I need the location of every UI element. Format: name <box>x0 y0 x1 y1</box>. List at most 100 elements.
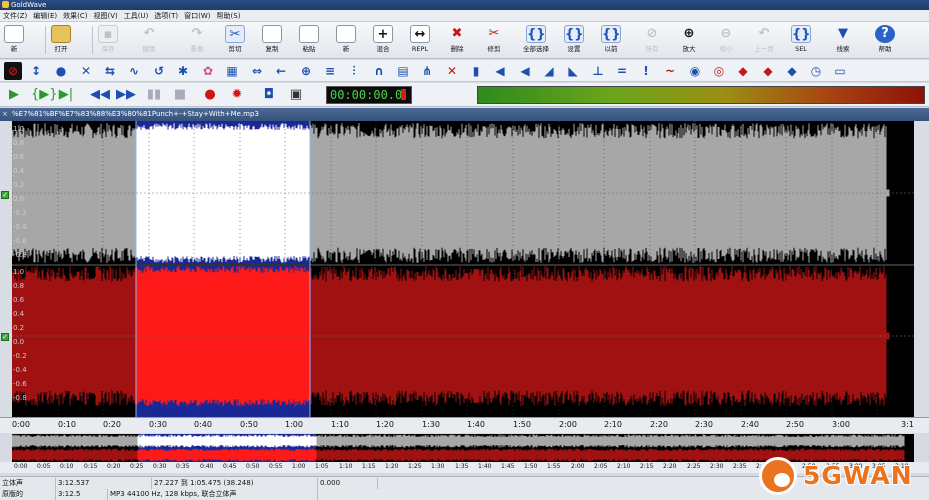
fade-out-icon[interactable]: ◣ <box>564 62 582 80</box>
previous-page-icon: ↶ <box>758 26 770 41</box>
menu-tools[interactable]: 工具(U) <box>121 10 152 21</box>
save-button[interactable]: ▪ 保存 <box>96 23 120 57</box>
gear-icon[interactable]: ✱ <box>174 62 192 80</box>
split-icon[interactable]: ⋔ <box>418 62 436 80</box>
exclaim-icon[interactable]: ! <box>637 62 655 80</box>
pause-button[interactable]: ▮▮ <box>145 86 163 104</box>
undo-button[interactable]: ↶ 撤销 <box>137 23 161 57</box>
fade-in-icon[interactable]: ◢ <box>540 62 558 80</box>
time-tick-label: 2:10 <box>604 420 622 429</box>
menu-options[interactable]: 选项(T) <box>151 10 181 21</box>
record-icon[interactable]: ◉ <box>686 62 704 80</box>
sliders-icon[interactable]: ⫶ <box>345 62 363 80</box>
diamond-icon[interactable]: ◆ <box>734 62 752 80</box>
delete-icon: ✖ <box>451 26 463 41</box>
paste-button[interactable]: 粘贴 <box>297 23 321 57</box>
expand-icon[interactable]: ⇔ <box>248 62 266 80</box>
volume-icon[interactable]: ◀ <box>491 62 509 80</box>
time-ruler[interactable]: 0:00 0:10 0:20 0:30 0:40 0:50 1:00 1:10 1:20 1:30… <box>0 417 929 433</box>
record-selection-button[interactable]: ✹ <box>228 86 246 104</box>
replace-button[interactable]: ↔ REPL <box>408 23 432 57</box>
fast-forward-button[interactable]: ▶▶ <box>116 86 136 104</box>
clock-icon[interactable]: ◷ <box>807 62 825 80</box>
control-properties-button[interactable]: ◘ <box>260 86 278 104</box>
close-icon[interactable]: × <box>2 108 8 121</box>
time-tick-label: 3:1 <box>901 420 914 429</box>
arrows-icon[interactable]: ⇆ <box>101 62 119 80</box>
paste-icon <box>299 25 319 43</box>
menu-view[interactable]: 视图(V) <box>91 10 121 21</box>
wave-icon[interactable]: ∿ <box>125 62 143 80</box>
status-selection: 27.227 到 1:05.475 (38.248) <box>152 478 318 489</box>
menu-effect[interactable]: 效果(C) <box>60 10 90 21</box>
zoom-all-button[interactable]: ⊘ 所有 <box>640 23 664 57</box>
previous-button[interactable]: {} 以前 <box>599 23 623 57</box>
trim-button[interactable]: ✂ 修剪 <box>482 23 506 57</box>
overview-tick-label: 2:10 <box>617 463 631 470</box>
left-channel-checkbox[interactable]: ✓ <box>1 191 9 199</box>
left-amplitude-label: 0.4 <box>13 167 25 175</box>
menu-file[interactable]: 文件(Z) <box>0 10 30 21</box>
right-channel-selected-waveform <box>135 266 311 406</box>
status-mode: 原版的 <box>0 489 56 500</box>
menu-help[interactable]: 帮助(S) <box>214 10 244 21</box>
color-wheel-icon[interactable]: ✿ <box>199 62 217 80</box>
watermark-text: 5GWAN <box>803 461 913 490</box>
level-icon[interactable]: ▮ <box>467 62 485 80</box>
help-button[interactable]: ? 帮助 <box>873 23 897 57</box>
spectrum-icon[interactable]: ▤ <box>394 62 412 80</box>
new-button[interactable]: 新 <box>2 23 26 57</box>
paste-new-button[interactable]: 新 <box>334 23 358 57</box>
speaker-icon[interactable]: ◀ <box>516 62 534 80</box>
set-button[interactable]: {} 设置 <box>562 23 586 57</box>
resize-icon[interactable]: ↕ <box>27 62 45 80</box>
cue-button[interactable]: ▼ 线索 <box>831 23 855 57</box>
transform-icon[interactable]: ◆ <box>783 62 801 80</box>
arrow-left-icon[interactable]: ← <box>272 62 290 80</box>
record-button[interactable]: ● <box>201 86 219 104</box>
grid-icon[interactable]: ▦ <box>223 62 241 80</box>
mix-icon: + <box>373 25 393 43</box>
stop-effect-icon[interactable]: ⊘ <box>4 62 22 80</box>
previous-page-button[interactable]: ↶ 上一页 <box>751 23 777 57</box>
mute-icon[interactable]: = <box>613 62 631 80</box>
save-icon: ▪ <box>98 25 118 43</box>
globe-icon[interactable]: ● <box>52 62 70 80</box>
loop-icon[interactable]: ↺ <box>150 62 168 80</box>
waveform-canvas[interactable] <box>12 121 914 417</box>
filter-icon[interactable]: ∩ <box>370 62 388 80</box>
open-button[interactable]: 打开 <box>49 23 73 57</box>
center-icon[interactable]: ⊕ <box>297 62 315 80</box>
chat-icon[interactable]: ▭ <box>831 62 849 80</box>
marker-icon[interactable]: ⊥ <box>589 62 607 80</box>
diamond-arrow-icon[interactable]: ◆ <box>759 62 777 80</box>
select-all-button[interactable]: {} 全部选择 <box>519 23 553 57</box>
delete-button[interactable]: ✖ 删除 <box>445 23 469 57</box>
separator <box>45 26 46 54</box>
play-button[interactable]: ▶ <box>5 86 23 104</box>
equalizer-icon[interactable]: ≡ <box>321 62 339 80</box>
stop-button[interactable]: ■ <box>171 86 189 104</box>
play-to-end-button[interactable]: ▶| <box>57 86 75 104</box>
pitch-icon[interactable]: ~ <box>661 62 679 80</box>
copy-button[interactable]: 复制 <box>260 23 284 57</box>
right-channel-checkbox[interactable]: ✓ <box>1 333 9 341</box>
overview-tick-label: 2:20 <box>663 463 677 470</box>
cross-icon[interactable]: ✕ <box>77 62 95 80</box>
zoom-selection-button[interactable]: {} SEL <box>789 23 813 57</box>
zoom-out-button[interactable]: ⊖ 缩小 <box>714 23 738 57</box>
redo-button[interactable]: ↷ 重做 <box>185 23 209 57</box>
rewind-button[interactable]: ◀◀ <box>90 86 110 104</box>
noise-icon[interactable]: ✕ <box>443 62 461 80</box>
speech-icon[interactable]: ◎ <box>710 62 728 80</box>
zoom-in-button[interactable]: ⊕ 放大 <box>677 23 701 57</box>
mix-button[interactable]: + 混合 <box>371 23 395 57</box>
menu-window[interactable]: 窗口(W) <box>181 10 213 21</box>
play-selection-button[interactable]: {▶} <box>31 86 58 104</box>
control-window-button[interactable]: ▣ <box>287 86 305 104</box>
file-tab[interactable]: × %E7%81%BF%E7%83%88%E3%80%81Punch+-+Stay… <box>0 108 929 121</box>
status-zoom: 0.000 <box>318 478 378 489</box>
waveform-view[interactable]: 1.0 0.8 0.6 0.4 0.2 0.0 -0.2 -0.4 -0.6 -0.8 1.0 0.… <box>12 121 914 417</box>
cut-button[interactable]: ✂ 剪切 <box>223 23 247 57</box>
menu-edit[interactable]: 编辑(E) <box>30 10 60 21</box>
